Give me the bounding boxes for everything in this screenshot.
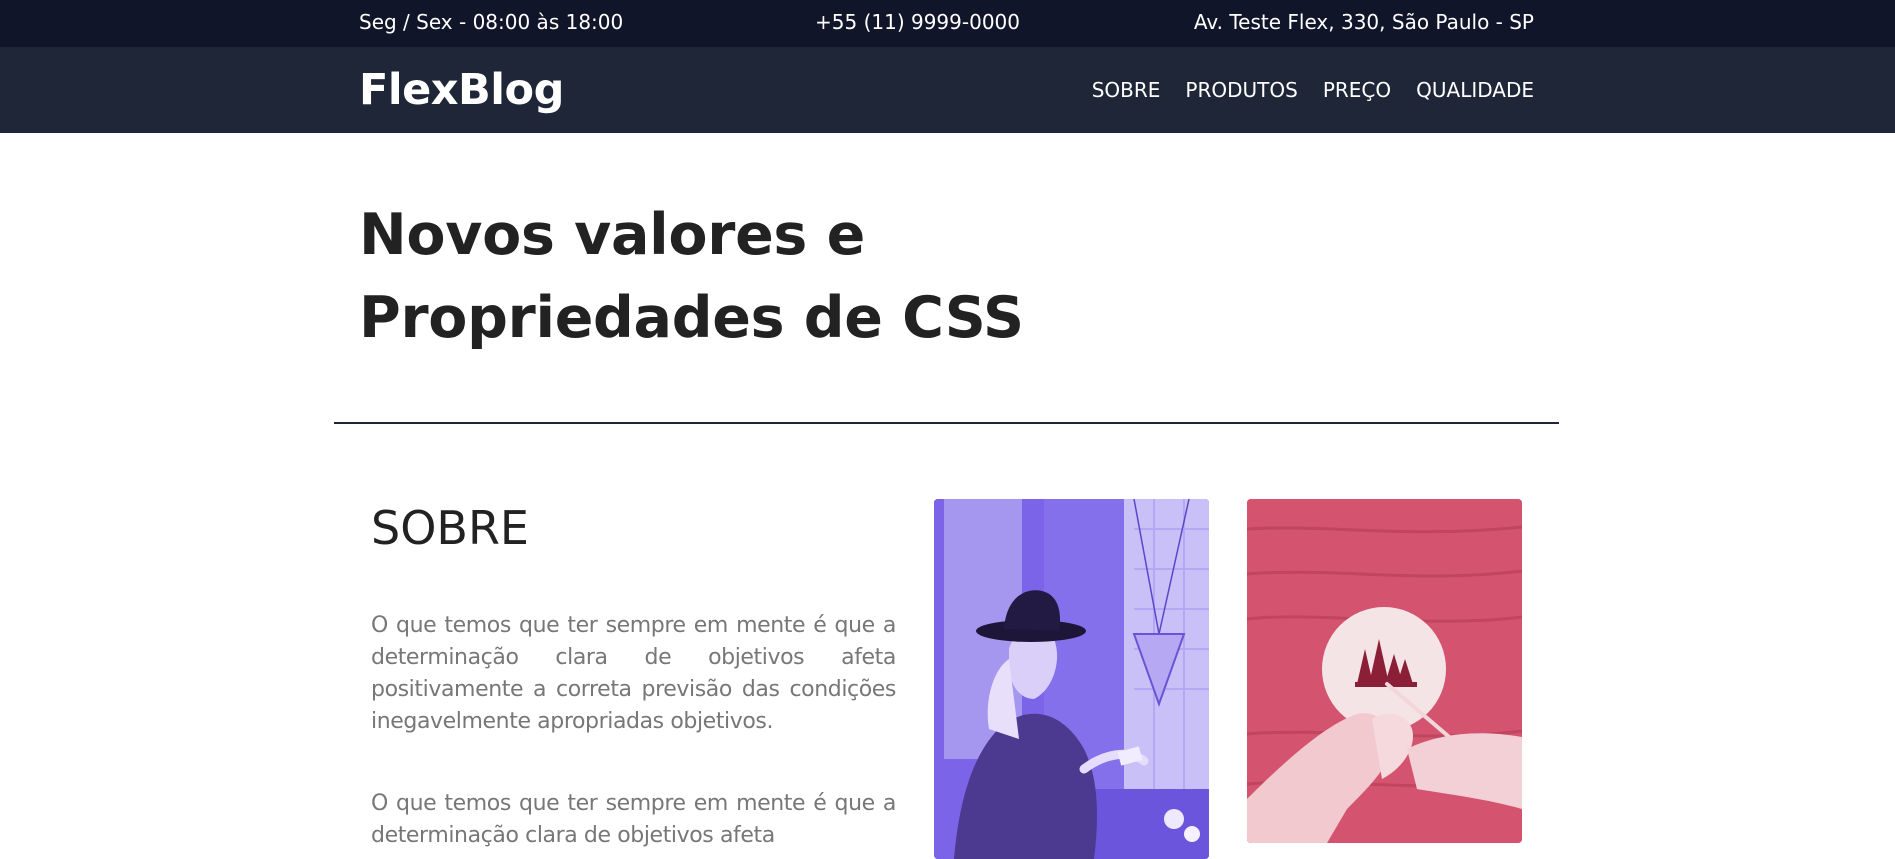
section-divider	[334, 422, 1559, 424]
main-header: FlexBlog SOBRE PRODUTOS PREÇO QUALIDADE	[0, 47, 1895, 133]
page-title-line-1: Novos valores e	[359, 202, 865, 268]
address: Av. Teste Flex, 330, São Paulo - SP	[1193, 10, 1534, 34]
nav-link-qualidade[interactable]: QUALIDADE	[1416, 77, 1534, 103]
page-title: Novos valores e Propriedades de CSS	[359, 194, 1119, 360]
about-paragraph-1: O que temos que ter sempre em mente é qu…	[371, 613, 896, 734]
nav-link-sobre[interactable]: SOBRE	[1092, 77, 1161, 103]
hand-painting-illustration	[1247, 499, 1522, 843]
site-logo[interactable]: FlexBlog	[359, 65, 564, 115]
phone-number: +55 (11) 9999-0000	[815, 10, 1020, 34]
about-paragraph-2: O que temos que ter sempre em mente é qu…	[371, 791, 896, 848]
woman-with-hat-illustration	[934, 499, 1209, 859]
main-nav: SOBRE PRODUTOS PREÇO QUALIDADE	[1092, 77, 1534, 103]
top-info-bar: Seg / Sex - 08:00 às 18:00 +55 (11) 9999…	[0, 0, 1895, 47]
nav-link-preco[interactable]: PREÇO	[1323, 77, 1391, 103]
nav-link-produtos[interactable]: PRODUTOS	[1185, 77, 1297, 103]
woman-with-hat-photo	[934, 499, 1209, 859]
business-hours: Seg / Sex - 08:00 às 18:00	[359, 10, 624, 34]
about-heading: SOBRE	[371, 501, 529, 555]
hand-painting-photo	[1247, 499, 1522, 843]
page-title-line-2: Propriedades de CSS	[359, 285, 1024, 351]
